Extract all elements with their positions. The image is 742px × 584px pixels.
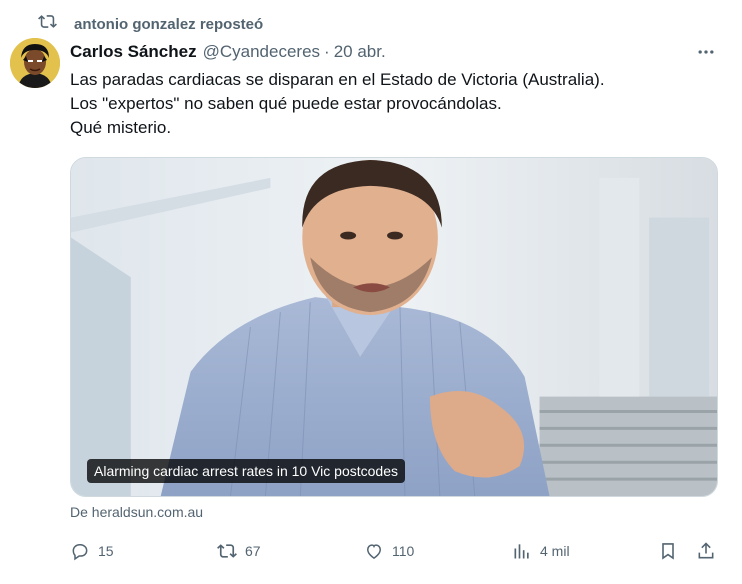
card-caption: Alarming cardiac arrest rates in 10 Vic … (87, 459, 405, 483)
repost-icon (217, 544, 237, 558)
bookmark-button[interactable] (658, 536, 678, 566)
tweet-text: Las paradas cardiacas se disparan en el … (70, 68, 720, 140)
share-icon (698, 542, 714, 559)
more-icon (698, 50, 714, 54)
card-image (71, 158, 717, 496)
repost-count: 67 (245, 543, 261, 559)
card-source-link[interactable]: De heraldsun.com.au (70, 504, 203, 520)
bookmark-icon (662, 543, 674, 560)
action-bar: 15 67 110 4 mil (70, 536, 720, 566)
tweet-text-line: Qué misterio. (70, 118, 172, 137)
tweet-date[interactable]: 20 abr. (334, 42, 386, 62)
tweet-text-line: Las paradas cardiacas se disparan en el … (70, 70, 605, 89)
analytics-icon (514, 544, 529, 559)
avatar[interactable] (10, 38, 60, 88)
link-card[interactable]: Alarming cardiac arrest rates in 10 Vic … (70, 157, 718, 497)
like-count: 110 (392, 543, 415, 559)
separator-dot: · (324, 42, 330, 61)
tweet-header: Carlos Sánchez @Cyandeceres · 20 abr. (70, 41, 386, 63)
author-name[interactable]: Carlos Sánchez (70, 42, 197, 62)
like-button[interactable]: 110 (364, 536, 414, 566)
tweet-text-line: Los "expertos" no saben qué puede estar … (70, 94, 502, 113)
views-button[interactable]: 4 mil (512, 536, 570, 566)
repost-icon (38, 12, 57, 36)
more-options-button[interactable] (693, 42, 719, 62)
view-count: 4 mil (540, 543, 570, 559)
reply-icon (72, 544, 88, 561)
heart-icon (366, 544, 382, 559)
reply-button[interactable]: 15 (70, 536, 114, 566)
share-button[interactable] (696, 536, 716, 566)
repost-button[interactable]: 67 (217, 536, 261, 566)
repost-indicator[interactable]: antonio gonzalez reposteó (38, 13, 263, 35)
repost-label: antonio gonzalez reposteó (74, 15, 264, 33)
author-handle[interactable]: @Cyandeceres (203, 42, 320, 62)
reply-count: 15 (98, 543, 114, 559)
